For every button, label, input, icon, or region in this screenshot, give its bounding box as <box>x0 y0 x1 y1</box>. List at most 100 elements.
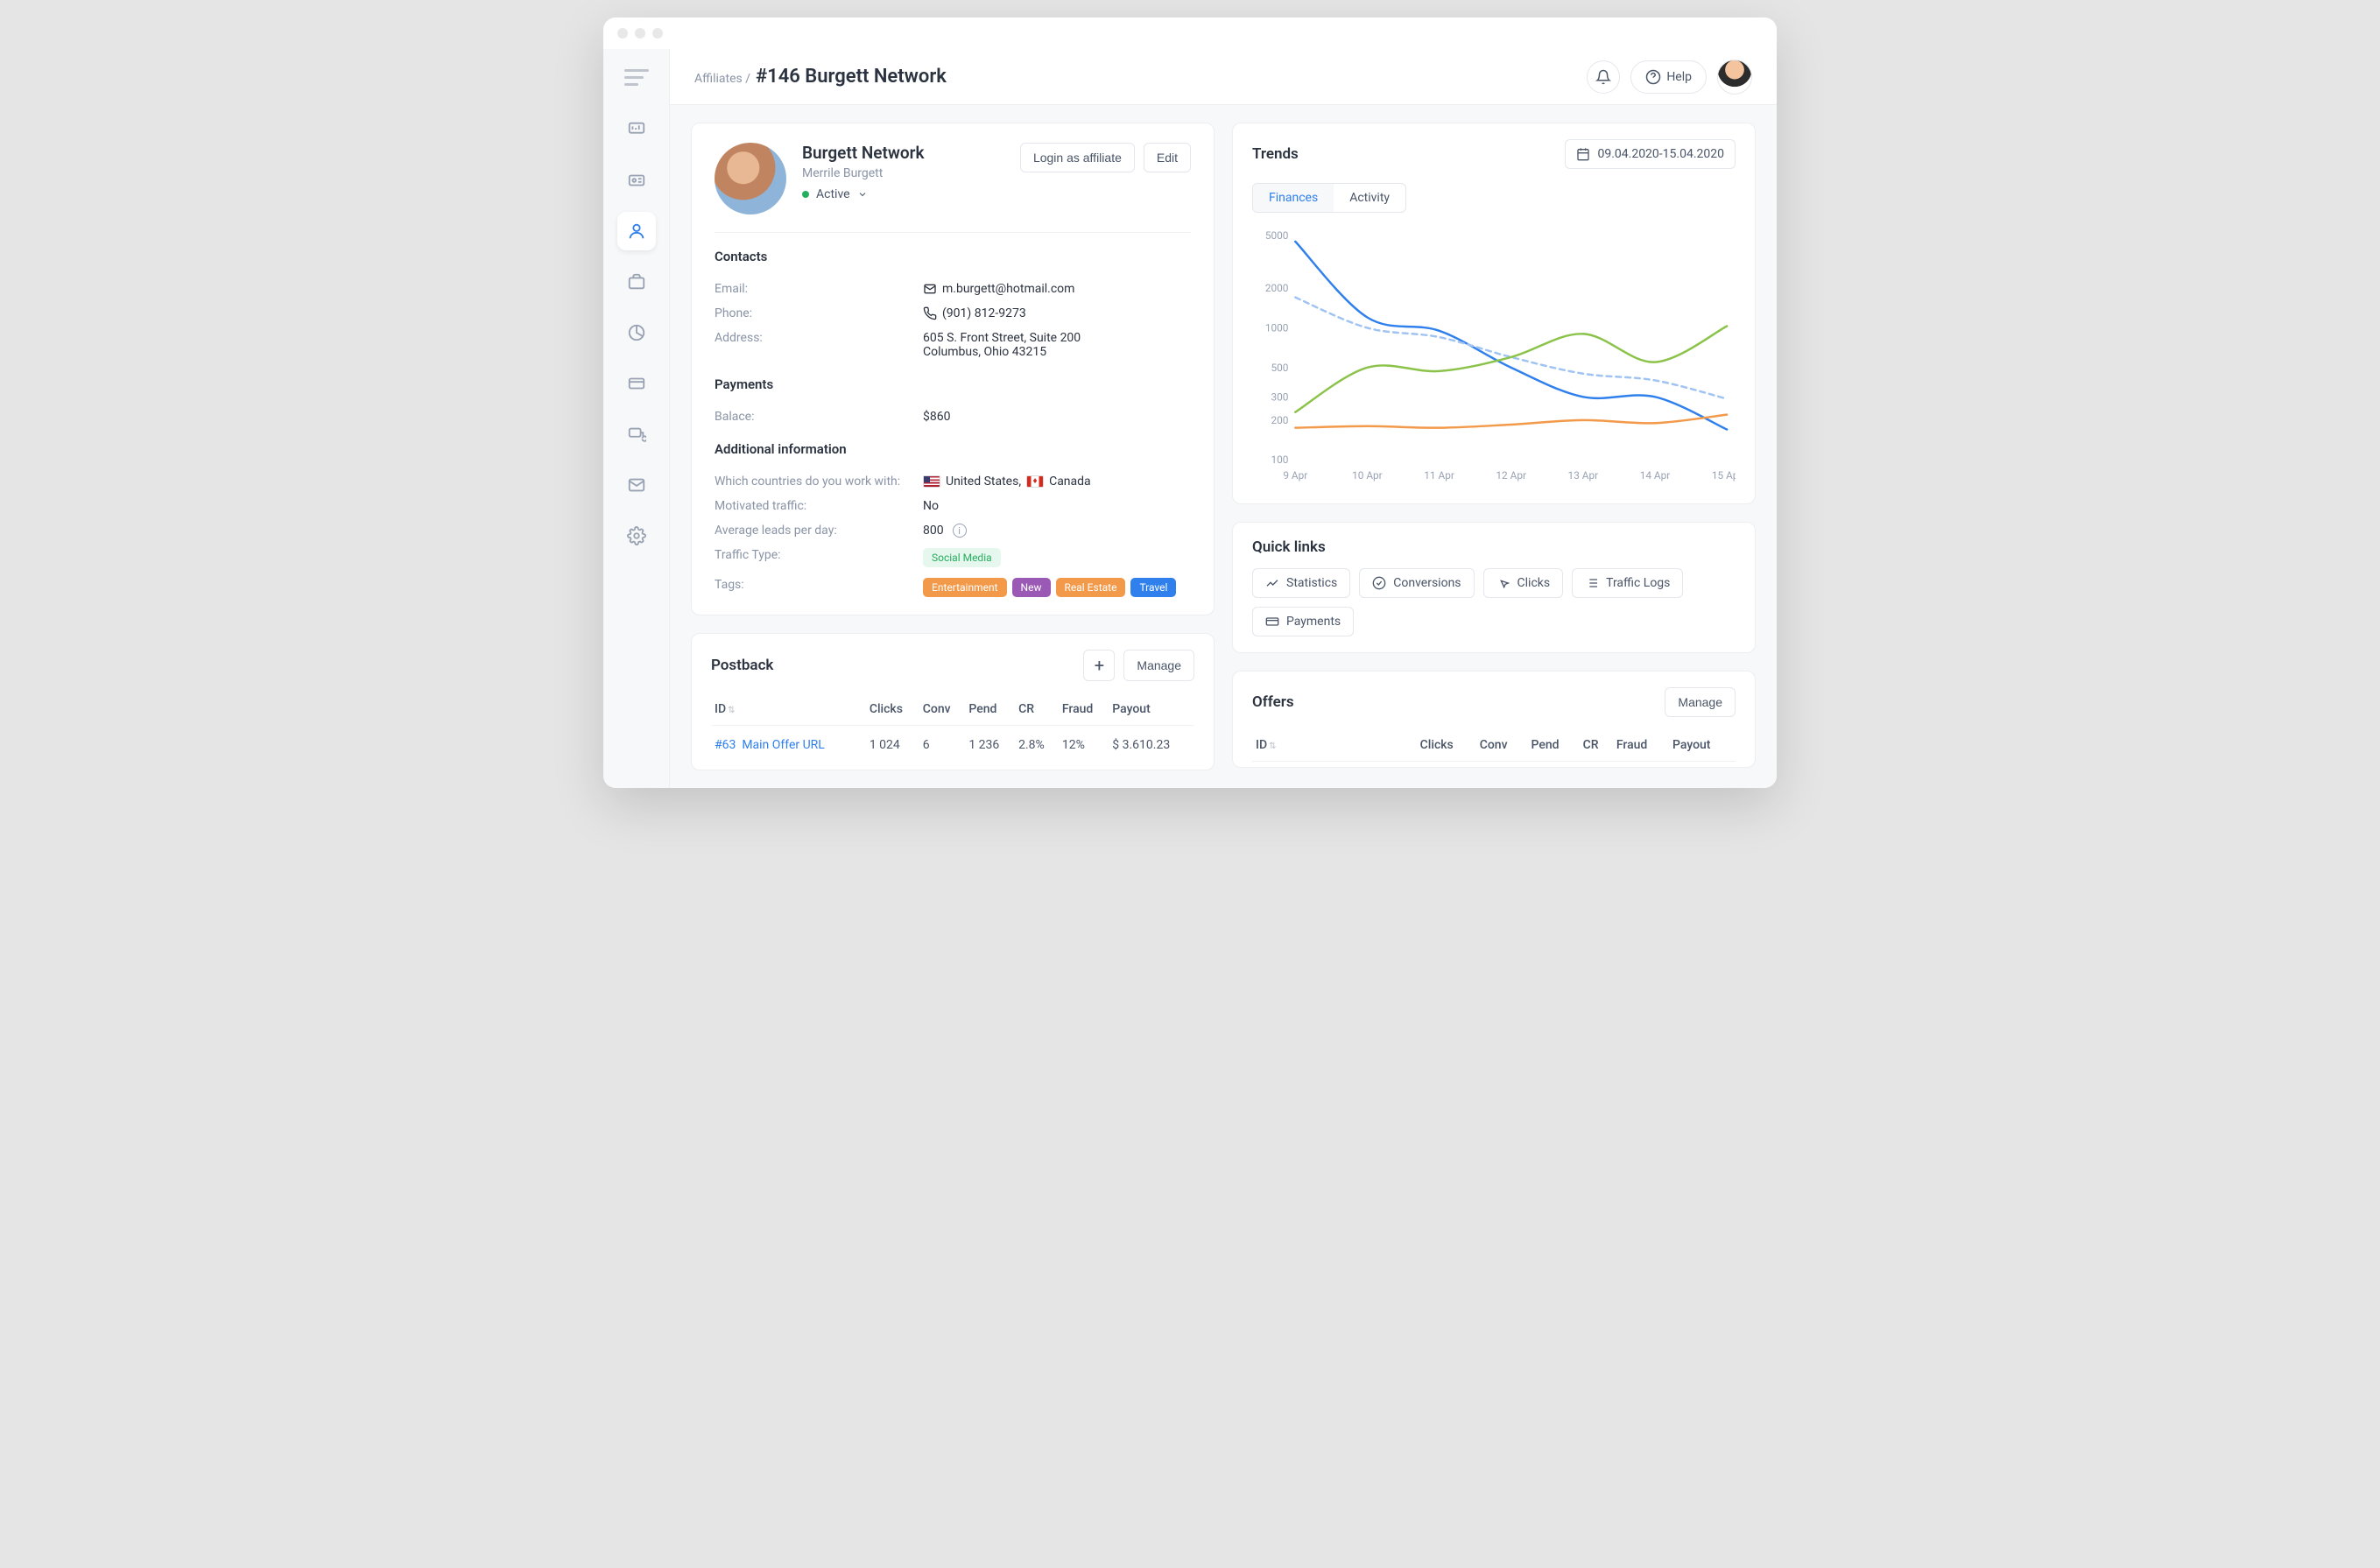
motivated-label: Motivated traffic: <box>715 499 923 513</box>
affiliate-manager: Merrile Burgett <box>802 166 1004 180</box>
ql-traffic-logs[interactable]: Traffic Logs <box>1572 568 1683 598</box>
svg-text:15 Apr: 15 Apr <box>1712 469 1736 482</box>
trends-chart: 1002003005001000200050009 Apr10 Apr11 Ap… <box>1252 225 1736 488</box>
nav-mail-icon[interactable] <box>617 466 656 504</box>
calendar-icon <box>1576 147 1590 161</box>
svg-text:9 Apr: 9 Apr <box>1283 469 1307 482</box>
address-line2: Columbus, Ohio 43215 <box>923 345 1081 359</box>
pb-payout: $ 3.610.23 <box>1109 726 1194 765</box>
chevron-down-icon <box>857 189 868 200</box>
tab-finances[interactable]: Finances <box>1253 184 1334 212</box>
nav-affiliates-icon[interactable] <box>617 212 656 250</box>
traffic-light-maximize[interactable] <box>652 28 663 39</box>
svg-text:500: 500 <box>1271 362 1288 374</box>
quicklinks-title: Quick links <box>1252 538 1736 556</box>
trends-title: Trends <box>1252 145 1299 163</box>
traffic-type-label: Traffic Type: <box>715 548 923 562</box>
nav-card-icon[interactable] <box>617 364 656 403</box>
svg-text:14 Apr: 14 Apr <box>1640 469 1671 482</box>
affiliate-avatar <box>715 143 786 214</box>
manage-postback-button[interactable]: Manage <box>1123 650 1194 681</box>
country-us: United States, <box>946 475 1021 489</box>
profile-card: Burgett Network Merrile Burgett Active L… <box>691 123 1215 615</box>
notifications-icon[interactable] <box>1587 60 1620 94</box>
pb-pend: 1 236 <box>965 726 1015 765</box>
svg-text:5000: 5000 <box>1265 229 1289 242</box>
postback-card: Postback + Manage ID⇅ Clicks Conv <box>691 633 1215 770</box>
tag-real-estate: Real Estate <box>1056 578 1126 597</box>
us-flag-icon <box>923 475 940 488</box>
postback-table: ID⇅ Clicks Conv Pend CR Fraud Payout #63… <box>711 693 1194 764</box>
date-range-picker[interactable]: 09.04.2020-15.04.2020 <box>1565 139 1736 169</box>
ca-flag-icon <box>1026 475 1044 488</box>
traffic-light-minimize[interactable] <box>635 28 645 39</box>
ql-clicks[interactable]: Clicks <box>1483 568 1564 598</box>
svg-text:100: 100 <box>1271 454 1288 466</box>
topbar: Affiliates / #146 Burgett Network Help <box>670 49 1777 105</box>
address-line1: 605 S. Front Street, Suite 200 <box>923 331 1081 345</box>
countries-label: Which countries do you work with: <box>715 475 923 489</box>
nav-billing-icon[interactable] <box>617 415 656 454</box>
offers-card: Offers Manage ID⇅ Clicks Conv Pend CR Fr… <box>1232 671 1756 768</box>
tags-label: Tags: <box>715 578 923 592</box>
page-title: #146 Burgett Network <box>756 66 947 88</box>
trends-tabs: Finances Activity <box>1252 183 1406 213</box>
nav-dashboard-icon[interactable] <box>617 110 656 149</box>
tag-entertainment: Entertainment <box>923 578 1007 597</box>
svg-text:10 Apr: 10 Apr <box>1352 469 1383 482</box>
user-avatar[interactable] <box>1717 60 1752 95</box>
status-dropdown[interactable]: Active <box>802 187 1004 201</box>
tab-activity[interactable]: Activity <box>1334 184 1405 212</box>
nav-settings-icon[interactable] <box>617 517 656 555</box>
phone-label: Phone: <box>715 306 923 320</box>
ql-payments[interactable]: Payments <box>1252 607 1354 636</box>
ql-statistics[interactable]: Statistics <box>1252 568 1350 598</box>
breadcrumb: Affiliates / #146 Burgett Network <box>694 66 947 88</box>
affiliate-name: Burgett Network <box>802 143 1004 163</box>
window-titlebar <box>603 18 1777 49</box>
phone-icon <box>923 306 937 320</box>
postback-id-link[interactable]: #63 Main Offer URL <box>715 738 825 752</box>
traffic-light-close[interactable] <box>617 28 628 39</box>
app-window: Affiliates / #146 Burgett Network Help <box>603 18 1777 788</box>
svg-text:12 Apr: 12 Apr <box>1496 469 1526 482</box>
phone-value: (901) 812-9273 <box>942 306 1026 320</box>
leads-label: Average leads per day: <box>715 524 923 538</box>
of-col-conv: Conv <box>1476 729 1528 762</box>
nav-managers-icon[interactable] <box>617 161 656 200</box>
tag-travel: Travel <box>1130 578 1176 597</box>
date-range-value: 09.04.2020-15.04.2020 <box>1597 147 1724 161</box>
pb-col-id[interactable]: ID⇅ <box>711 693 866 726</box>
ql-conversions[interactable]: Conversions <box>1359 568 1474 598</box>
menu-toggle-icon[interactable] <box>624 65 649 89</box>
address-label: Address: <box>715 331 923 345</box>
pb-col-cr: CR <box>1015 693 1059 726</box>
contacts-heading: Contacts <box>715 249 1191 264</box>
svg-text:13 Apr: 13 Apr <box>1568 469 1599 482</box>
email-label: Email: <box>715 282 923 296</box>
pb-col-fraud: Fraud <box>1059 693 1109 726</box>
nav-piechart-icon[interactable] <box>617 313 656 352</box>
breadcrumb-parent[interactable]: Affiliates / <box>694 72 750 86</box>
manage-offers-button[interactable]: Manage <box>1665 687 1736 717</box>
of-col-id[interactable]: ID⇅ <box>1252 729 1417 762</box>
offers-table: ID⇅ Clicks Conv Pend CR Fraud Payout <box>1252 729 1736 762</box>
balance-label: Balace: <box>715 410 923 424</box>
postback-title: Postback <box>711 657 773 674</box>
info-icon[interactable]: i <box>953 524 967 538</box>
svg-text:1000: 1000 <box>1265 321 1289 334</box>
nav-briefcase-icon[interactable] <box>617 263 656 301</box>
leads-value: 800 <box>923 524 944 538</box>
pb-col-payout: Payout <box>1109 693 1194 726</box>
offers-title: Offers <box>1252 693 1294 711</box>
traffic-type-tag: Social Media <box>923 548 1001 567</box>
of-col-cr: CR <box>1580 729 1613 762</box>
help-button[interactable]: Help <box>1630 60 1707 94</box>
svg-text:11 Apr: 11 Apr <box>1424 469 1454 482</box>
tag-new: New <box>1012 578 1051 597</box>
login-as-affiliate-button[interactable]: Login as affiliate <box>1020 143 1135 172</box>
edit-button[interactable]: Edit <box>1144 143 1191 172</box>
pb-cr: 2.8% <box>1015 726 1059 765</box>
add-postback-button[interactable]: + <box>1083 650 1115 681</box>
pb-conv: 6 <box>919 726 966 765</box>
